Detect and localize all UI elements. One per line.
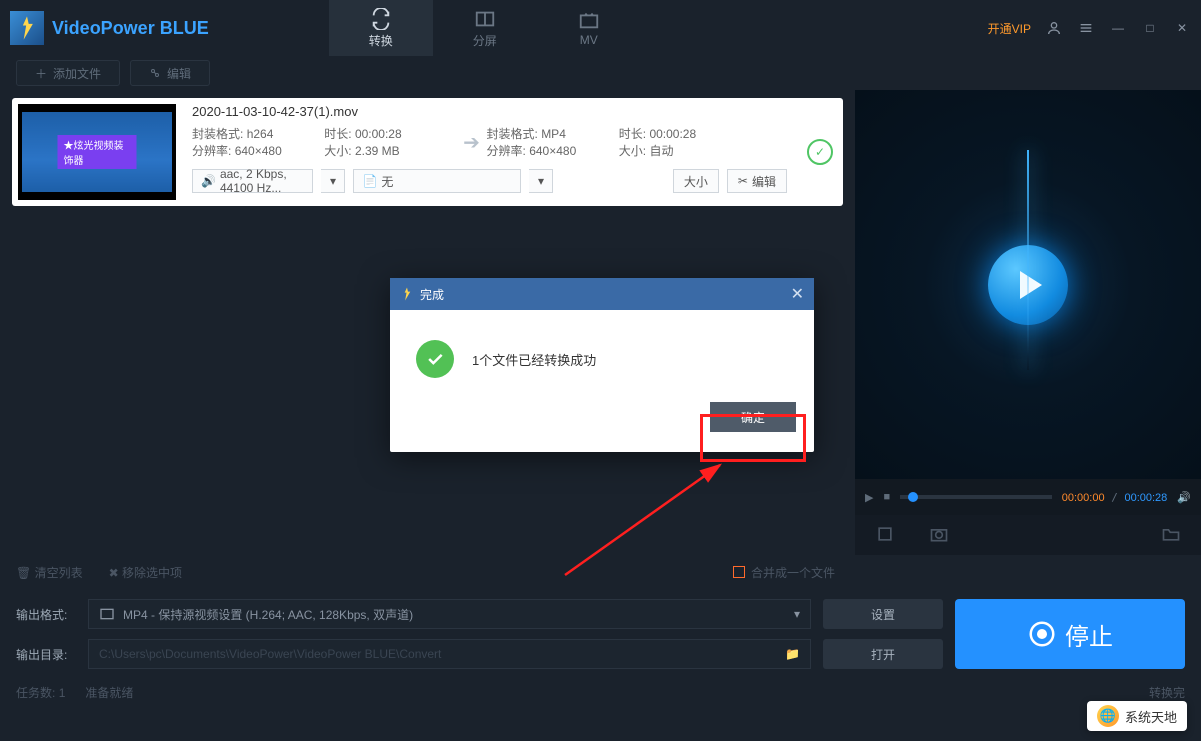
dialog-message: 1个文件已经转换成功: [472, 350, 596, 369]
dialog-titlebar: 完成 ✕: [390, 278, 814, 310]
dialog-close-button[interactable]: ✕: [791, 284, 804, 304]
success-icon: [416, 340, 454, 378]
dialog-title: 完成: [420, 286, 444, 303]
annotation-highlight: [700, 414, 806, 462]
watermark: 🌐系统天地: [1087, 701, 1187, 731]
